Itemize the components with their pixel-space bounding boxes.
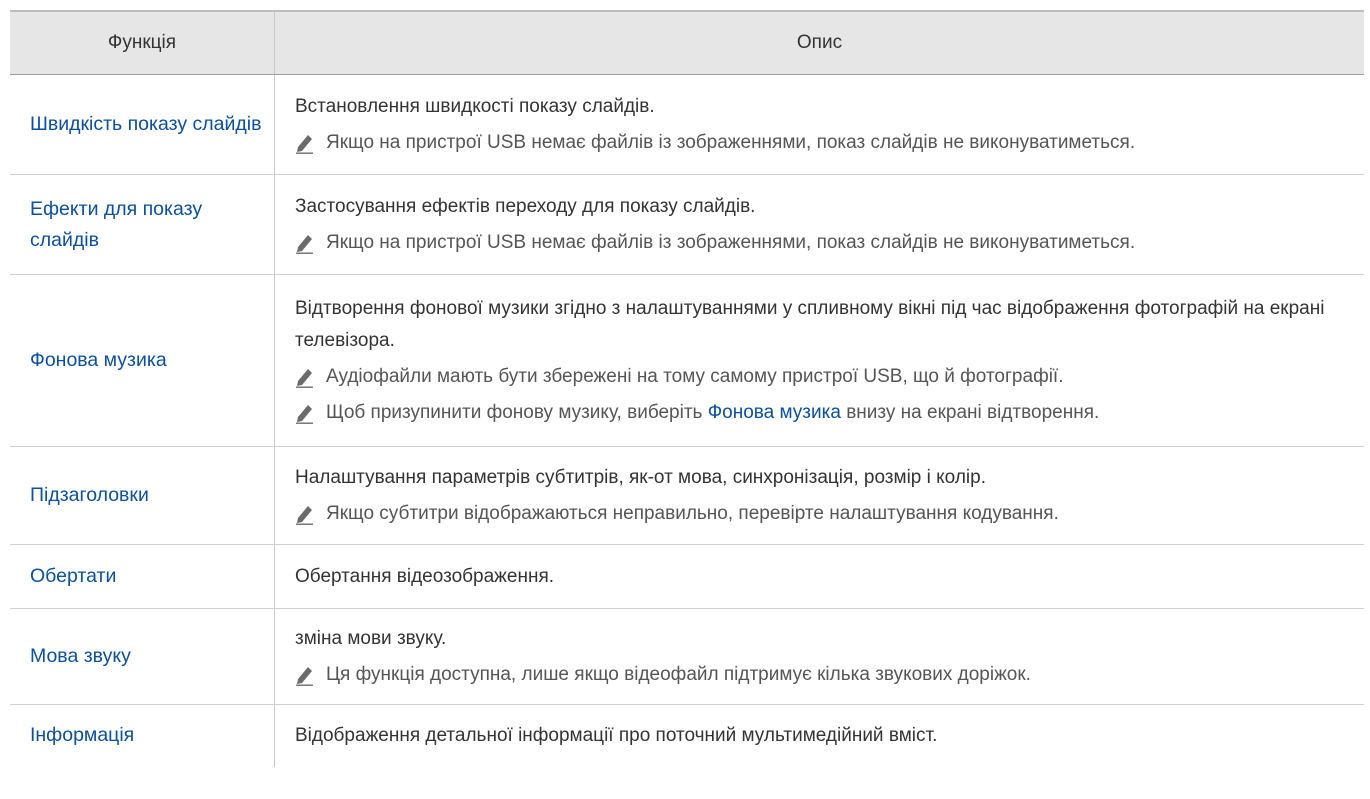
table-row: Ефекти для показу слайдів Застосування е… <box>10 174 1364 275</box>
pencil-icon <box>296 234 313 254</box>
table-header-row: Функція Опис <box>10 10 1364 75</box>
note-text: Якщо на пристрої USB немає файлів із зоб… <box>326 231 1136 253</box>
description-text: Застосування ефектів переходу для показу… <box>295 195 756 217</box>
description-text: Встановлення швидкості показу слайдів. <box>295 95 655 117</box>
function-name[interactable]: Підзаголовки <box>10 446 275 545</box>
function-name[interactable]: Фонова музика <box>10 274 275 447</box>
table-row: Фонова музика Відтворення фонової музики… <box>10 274 1364 447</box>
description-cell: зміна мови звуку. Ця функція доступна, л… <box>274 608 1364 705</box>
description-cell: Налаштування параметрів субтитрів, як-от… <box>274 446 1364 545</box>
note-text-after: внизу на екрані відтворення. <box>840 401 1100 423</box>
note-text: Аудіофайли мають бути збережені на тому … <box>326 365 1064 387</box>
description-text: Відображення детальної інформації про по… <box>295 724 938 746</box>
table-row: Обертати Обертання відеозображення. <box>10 544 1364 609</box>
pencil-icon <box>296 404 313 424</box>
feature-table: Функція Опис Швидкість показу слайдів Вс… <box>10 10 1364 767</box>
pencil-icon <box>296 134 313 154</box>
table-row: Мова звуку зміна мови звуку. Ця функція … <box>10 608 1364 705</box>
note-text: Ця функція доступна, лише якщо відеофайл… <box>326 663 1031 685</box>
table-row: Швидкість показу слайдів Встановлення шв… <box>10 74 1364 175</box>
function-name[interactable]: Ефекти для показу слайдів <box>10 174 275 275</box>
function-name[interactable]: Інформація <box>10 704 275 767</box>
note: Ця функція доступна, лише якщо відеофайл… <box>295 659 1352 691</box>
background-music-link[interactable]: Фонова музика <box>708 402 841 423</box>
pencil-icon <box>296 505 313 525</box>
note: Якщо субтитри відображаються неправильно… <box>295 498 1352 530</box>
description-text: Обертання відеозображення. <box>295 565 555 587</box>
description-text: зміна мови звуку. <box>295 627 447 649</box>
table-row: Підзаголовки Налаштування параметрів суб… <box>10 446 1364 545</box>
note-text: Щоб призупинити фонову музику, виберіть … <box>326 397 1099 429</box>
pencil-icon <box>296 368 313 388</box>
description-cell: Обертання відеозображення. <box>274 544 1364 609</box>
description-cell: Відображення детальної інформації про по… <box>275 705 1365 767</box>
feature-table-container: Функція Опис Швидкість показу слайдів Вс… <box>10 10 1364 767</box>
note: Якщо на пристрої USB немає файлів із зоб… <box>295 127 1352 159</box>
pencil-icon <box>296 666 313 686</box>
note: Аудіофайли мають бути збережені на тому … <box>295 361 1352 393</box>
description-text: Відтворення фонової музики згідно з нала… <box>295 297 1325 351</box>
note: Щоб призупинити фонову музику, виберіть … <box>295 397 1352 429</box>
note-text-before: Щоб призупинити фонову музику, виберіть <box>326 401 708 423</box>
function-name[interactable]: Швидкість показу слайдів <box>10 74 275 175</box>
note: Якщо на пристрої USB немає файлів із зоб… <box>295 227 1352 259</box>
note-text: Якщо на пристрої USB немає файлів із зоб… <box>326 131 1136 153</box>
column-header-function: Функція <box>10 10 275 75</box>
function-name[interactable]: Обертати <box>10 544 275 609</box>
description-cell: Відтворення фонової музики згідно з нала… <box>274 274 1364 447</box>
note-text: Якщо субтитри відображаються неправильно… <box>326 502 1059 524</box>
description-cell: Застосування ефектів переходу для показу… <box>274 174 1364 275</box>
description-text: Налаштування параметрів субтитрів, як-от… <box>295 466 986 488</box>
description-cell: Встановлення швидкості показу слайдів. Я… <box>274 74 1364 175</box>
function-name[interactable]: Мова звуку <box>10 608 275 705</box>
column-header-description: Опис <box>274 10 1364 75</box>
table-row: Інформація Відображення детальної інформ… <box>10 704 1365 767</box>
